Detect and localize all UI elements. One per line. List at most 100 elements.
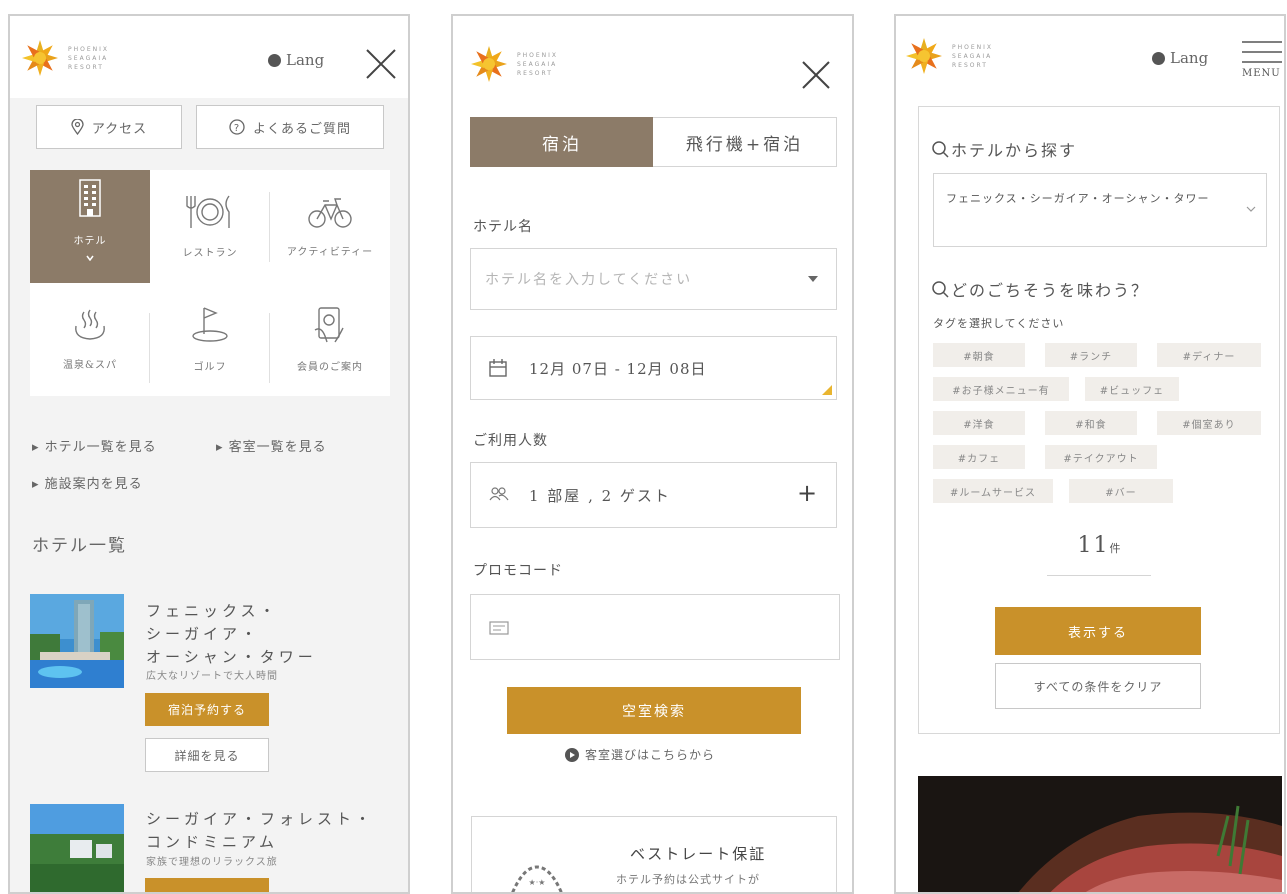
tag-chip[interactable]: #バー <box>1069 479 1173 503</box>
hotel-select[interactable]: フェニックス・シーガイア・オーシャン・タワー <box>933 173 1267 247</box>
detail-button[interactable]: 詳細を見る <box>145 738 269 772</box>
search-card: ホテルから探す フェニックス・シーガイア・オーシャン・タワー どのごちそうを味わ… <box>918 106 1280 734</box>
language-switcher[interactable]: Lang <box>268 51 324 69</box>
hamburger-menu-button[interactable]: MENU <box>1242 40 1284 79</box>
bicycle-icon <box>308 198 352 228</box>
faq-label: よくあるご質問 <box>252 121 351 137</box>
tag-chip[interactable]: #テイクアウト <box>1045 445 1157 469</box>
tag-chip[interactable]: #お子様メニュー有 <box>933 377 1069 401</box>
guests-value: 1 部屋 , 2 ゲスト <box>529 487 671 505</box>
tag-prompt: タグを選択してください <box>933 317 1065 330</box>
category-label: アクティビティー <box>286 247 374 258</box>
close-icon[interactable] <box>365 48 397 80</box>
booking-panel: PHOENIX SEAGAIA RESORT 宿泊 飛行機+宿泊 ホテル名 ホテ… <box>451 14 854 894</box>
hotel-name-ocean-tower[interactable]: フェニックス・ シーガイア・ オーシャン・タワー <box>146 600 317 669</box>
link-room-list[interactable]: ▸ 客室一覧を見る <box>216 436 327 455</box>
brand-logo[interactable]: PHOENIX SEAGAIA RESORT <box>469 44 558 84</box>
search-icon <box>932 141 949 158</box>
sun-logo-icon <box>906 38 942 74</box>
tag-chip[interactable]: #ランチ <box>1045 343 1137 367</box>
tab-flight-stay[interactable]: 飛行機+宿泊 <box>653 117 837 167</box>
language-label: Lang <box>1170 49 1209 67</box>
add-guest-plus-icon[interactable]: + <box>797 479 819 507</box>
brand-logo[interactable]: PHOENIX SEAGAIA RESORT <box>904 36 993 76</box>
clear-conditions-button[interactable]: すべての条件をクリア <box>995 663 1201 709</box>
search-icon <box>932 281 949 298</box>
tag-chip[interactable]: #カフェ <box>933 445 1025 469</box>
result-count-number: 11 <box>1077 533 1110 558</box>
link-hotel-list[interactable]: ▸ ホテル一覧を見る <box>32 436 157 455</box>
promo-label: プロモコード <box>473 563 563 579</box>
tag-chip[interactable]: #ルームサービス <box>933 479 1053 503</box>
category-activity[interactable]: アクティビティー <box>270 170 390 283</box>
category-onsen-spa[interactable]: 温泉&スパ <box>30 283 150 396</box>
book-stay-button[interactable] <box>145 878 269 892</box>
svg-text:★·★: ★·★ <box>529 878 546 887</box>
best-rate-card[interactable]: ★·★ ベストレート保証 ホテル予約は公式サイトが <box>471 816 837 892</box>
chevron-down-icon <box>86 255 94 261</box>
room-choice-link[interactable]: 客室選びはこちらから <box>565 746 715 763</box>
access-button[interactable]: アクセス <box>36 105 182 149</box>
divider <box>1047 575 1151 576</box>
hotel-name-forest-condominium[interactable]: シーガイア・フォレスト・ コンドミニアム <box>146 808 374 854</box>
close-icon[interactable] <box>801 60 831 90</box>
category-golf[interactable]: ゴルフ <box>150 283 270 396</box>
onsen-icon <box>75 309 105 340</box>
search-hotel-title: ホテルから探す <box>931 137 1077 161</box>
logo-wordmark: PHOENIX SEAGAIA RESORT <box>517 51 559 77</box>
menu-label: MENU <box>1242 68 1281 79</box>
cuisine-title: どのごちそうを味わう？ <box>931 277 1149 301</box>
faq-button[interactable]: ? よくあるご質問 <box>196 105 384 149</box>
category-member[interactable]: 会員のご案内 <box>270 283 390 396</box>
language-switcher[interactable]: Lang <box>1152 49 1208 67</box>
mobile-menu-panel: PHOENIX SEAGAIA RESORT Lang アクセス ? よくあるご… <box>8 14 410 894</box>
language-label: Lang <box>286 51 325 69</box>
member-card-icon <box>314 307 344 343</box>
play-circle-icon <box>565 747 579 762</box>
tag-chip[interactable]: #個室あり <box>1157 411 1261 435</box>
book-stay-button[interactable]: 宿泊予約する <box>145 693 269 726</box>
category-label: 温泉&スパ <box>63 360 117 371</box>
logo-wordmark: PHOENIX SEAGAIA RESORT <box>952 43 994 69</box>
logo-wordmark: PHOENIX SEAGAIA RESORT <box>68 45 110 71</box>
dining-icon <box>186 195 230 228</box>
people-icon <box>489 487 509 501</box>
guests-field[interactable]: 1 部屋 , 2 ゲスト + <box>470 462 837 528</box>
tag-chip[interactable]: #和食 <box>1045 411 1137 435</box>
result-count-unit: 件 <box>1109 542 1121 555</box>
hotel-name-label: ホテル名 <box>473 219 533 235</box>
category-label: 会員のご案内 <box>297 362 363 373</box>
date-range-field[interactable]: 12月 07日 - 12月 08日 <box>470 336 837 400</box>
hotel-name-select[interactable]: ホテル名を入力してください <box>470 248 837 310</box>
hotel-select-value: フェニックス・シーガイア・オーシャン・タワー <box>946 192 1210 205</box>
tag-chip[interactable]: #ディナー <box>1157 343 1261 367</box>
svg-text:?: ? <box>234 123 240 134</box>
hotel-description: 広大なリゾートで大人時間 <box>146 671 278 682</box>
tag-chip[interactable]: #ビュッフェ <box>1085 377 1179 401</box>
calendar-icon <box>489 359 507 377</box>
map-pin-icon <box>71 119 84 135</box>
tab-stay[interactable]: 宿泊 <box>470 117 654 167</box>
tag-chip[interactable]: #朝食 <box>933 343 1025 367</box>
tag-chip[interactable]: #洋食 <box>933 411 1025 435</box>
show-results-button[interactable]: 表示する <box>995 607 1201 655</box>
ticket-icon <box>489 621 509 635</box>
resize-corner-icon <box>822 385 832 395</box>
brand-logo[interactable]: PHOENIX SEAGAIA RESORT <box>20 38 109 78</box>
link-facilities[interactable]: ▸ 施設案内を見る <box>32 473 143 492</box>
promo-code-input[interactable] <box>470 594 840 660</box>
category-hotel[interactable]: ホテル <box>30 170 150 283</box>
category-restaurant[interactable]: レストラン <box>150 170 270 283</box>
best-rate-description: ホテル予約は公式サイトが <box>616 873 760 886</box>
award-badge-icon: ★·★ <box>511 865 563 892</box>
category-label: レストラン <box>182 248 238 259</box>
hotel-list-title: ホテル一覧 <box>32 536 127 556</box>
question-circle-icon: ? <box>229 119 245 135</box>
hotel-photo-forest-condominium[interactable] <box>30 804 124 894</box>
caret-down-icon <box>808 276 818 282</box>
globe-icon <box>268 53 281 67</box>
vacancy-search-button[interactable]: 空室検索 <box>507 687 801 734</box>
result-count: 11件 <box>919 533 1279 558</box>
hotel-photo-ocean-tower[interactable] <box>30 594 124 688</box>
category-grid: ホテル レストラン アクティビティー 温泉&スパ ゴルフ 会員のご案内 <box>30 170 390 396</box>
